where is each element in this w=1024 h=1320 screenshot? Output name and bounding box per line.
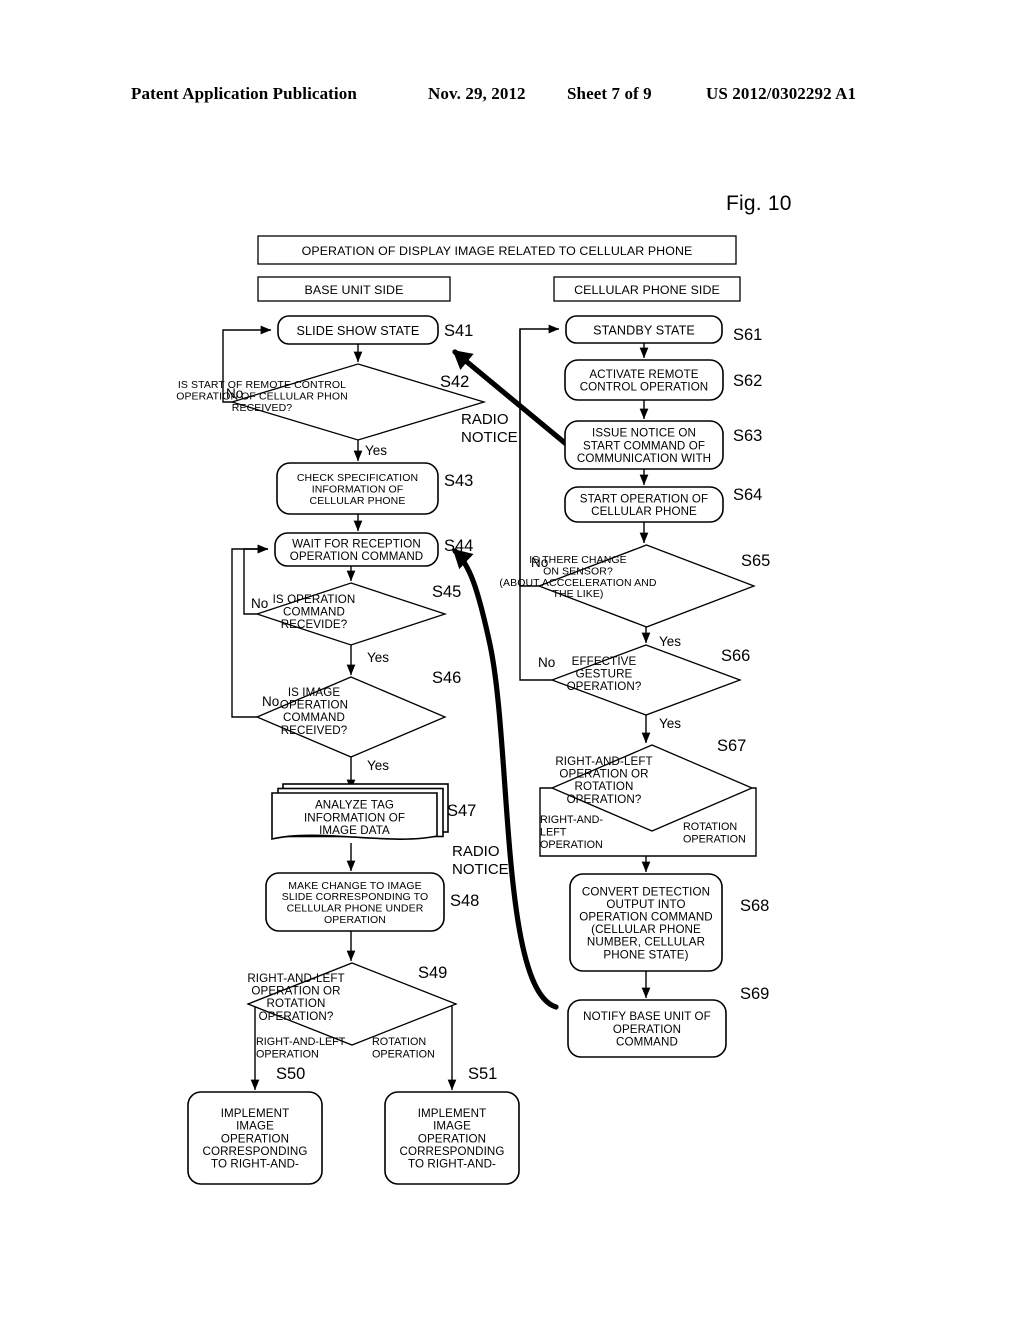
step-label-s51: S51 bbox=[468, 1065, 497, 1083]
flow-node-s68: CONVERT DETECTION OUTPUT INTO OPERATION CO… bbox=[569, 873, 723, 972]
edge-label-s45-no: No bbox=[251, 596, 268, 611]
edge-s65-no-loop bbox=[519, 324, 560, 587]
edge-s66-no-loop bbox=[519, 329, 552, 681]
flow-node-s66: EFFECTIVE GESTURE OPERATION? bbox=[550, 644, 742, 716]
flow-node-s48: MAKE CHANGE TO IMAGE SLIDE CORRESPONDING … bbox=[265, 872, 445, 932]
step-label-s62: S62 bbox=[733, 372, 762, 390]
step-label-s63: S63 bbox=[733, 427, 762, 445]
flow-node-s46: IS IMAGE OPERATION COMMAND RECEIVED? bbox=[255, 676, 447, 758]
flow-node-s43: CHECK SPECIFICATION INFORMATION OF CELLULA… bbox=[276, 462, 439, 515]
edge-s49-left-s50 bbox=[248, 1003, 260, 1091]
node-text-s43: CHECK SPECIFICATION INFORMATION OF CELLULA… bbox=[297, 472, 418, 507]
edge-label-s65-no: No bbox=[531, 555, 548, 570]
edge-label-s67-right: ROTATION OPERATION bbox=[683, 821, 746, 845]
node-text-s47: ANALYZE TAG INFORMATION OF IMAGE DATA bbox=[304, 799, 405, 837]
edge-label-s45-yes: Yes bbox=[367, 650, 389, 665]
flow-node-s44: WAIT FOR RECEPTION OPERATION COMMAND bbox=[274, 532, 439, 567]
flow-node-s61: STANDBY STATE bbox=[565, 315, 723, 344]
node-text-s62: ACTIVATE REMOTE CONTROL OPERATION bbox=[580, 368, 709, 394]
flow-node-s41: SLIDE SHOW STATE bbox=[277, 315, 439, 345]
node-text-s49: RIGHT-AND-LEFT OPERATION OR ROTATION OPERAT… bbox=[247, 972, 344, 1023]
step-label-s61: S61 bbox=[733, 326, 762, 344]
step-label-s66: S66 bbox=[721, 647, 750, 665]
figure-title-text: OPERATION OF DISPLAY IMAGE RELATED TO CE… bbox=[302, 244, 693, 258]
radio-arrow-phone-to-base-bottom bbox=[452, 548, 559, 1010]
edge-s49-right-s51 bbox=[447, 1003, 457, 1091]
flow-node-s63: ISSUE NOTICE ON START COMMAND OF COMMUNICA… bbox=[564, 420, 724, 470]
step-label-s67: S67 bbox=[717, 737, 746, 755]
step-label-s50: S50 bbox=[276, 1065, 305, 1083]
edge-label-s46-no: No bbox=[262, 694, 279, 709]
flow-node-s50: IMPLEMENT IMAGE OPERATION CORRESPONDING TO R… bbox=[187, 1091, 323, 1185]
figure-title-band: OPERATION OF DISPLAY IMAGE RELATED TO CE… bbox=[257, 235, 737, 265]
step-label-s46: S46 bbox=[432, 669, 461, 687]
edge-label-s49-left: RIGHT-AND-LEFT OPERATION bbox=[256, 1036, 346, 1060]
step-label-s49: S49 bbox=[418, 964, 447, 982]
flow-node-s51: IMPLEMENT IMAGE OPERATION CORRESPONDING TO R… bbox=[384, 1091, 520, 1185]
step-label-s48: S48 bbox=[450, 892, 479, 910]
edge-s46-no-loop bbox=[231, 544, 269, 718]
edge-label-s42-no: No bbox=[226, 386, 243, 401]
node-text-s44: WAIT FOR RECEPTION OPERATION COMMAND bbox=[290, 537, 424, 563]
flow-node-s45: IS OPERATION COMMAND RECEVIDE? bbox=[254, 582, 448, 646]
edge-label-s65-yes: Yes bbox=[659, 634, 681, 649]
node-text-s46: IS IMAGE OPERATION COMMAND RECEIVED? bbox=[280, 686, 348, 737]
step-label-s65: S65 bbox=[741, 552, 770, 570]
node-text-s66: EFFECTIVE GESTURE OPERATION? bbox=[567, 655, 642, 693]
node-text-s63: ISSUE NOTICE ON START COMMAND OF COMMUNICA… bbox=[577, 427, 711, 465]
node-text-s45: IS OPERATION COMMAND RECEVIDE? bbox=[273, 593, 356, 631]
edge-label-s49-right: ROTATION OPERATION bbox=[372, 1036, 435, 1060]
step-label-s64: S64 bbox=[733, 486, 762, 504]
flow-node-s62: ACTIVATE REMOTE CONTROL OPERATION bbox=[564, 359, 724, 401]
edge-label-s46-yes: Yes bbox=[367, 758, 389, 773]
step-label-s41: S41 bbox=[444, 322, 473, 340]
edge-label-s42-yes: Yes bbox=[365, 443, 387, 458]
flow-node-s69: NOTIFY BASE UNIT OF OPERATION COMMAND bbox=[567, 999, 727, 1058]
step-label-s69: S69 bbox=[740, 985, 769, 1003]
step-label-s68: S68 bbox=[740, 897, 769, 915]
edge-label-s66-yes: Yes bbox=[659, 716, 681, 731]
step-label-s42: S42 bbox=[440, 373, 469, 391]
step-label-s45: S45 bbox=[432, 583, 461, 601]
node-text-s67: RIGHT-AND-LEFT OPERATION OR ROTATION OPERAT… bbox=[555, 755, 652, 806]
node-text-s41: SLIDE SHOW STATE bbox=[297, 324, 420, 338]
column-header-base-unit-text: BASE UNIT SIDE bbox=[305, 283, 404, 297]
flow-node-s47: ANALYZE TAG INFORMATION OF IMAGE DATA bbox=[271, 783, 449, 841]
column-header-base-unit: BASE UNIT SIDE bbox=[257, 276, 451, 302]
node-text-s61: STANDBY STATE bbox=[593, 323, 695, 337]
step-label-s44: S44 bbox=[444, 537, 473, 555]
radio-notice-top: RADIO NOTICE bbox=[461, 411, 518, 446]
edge-label-s66-no: No bbox=[538, 655, 555, 670]
radio-notice-bottom: RADIO NOTICE bbox=[452, 843, 509, 878]
flowchart-figure: OPERATION OF DISPLAY IMAGE RELATED TO CE… bbox=[0, 0, 1024, 1320]
edge-label-s67-left: RIGHT-AND-LEFT OPERATION bbox=[540, 814, 603, 851]
node-text-s64: START OPERATION OF CELLULAR PHONE bbox=[580, 492, 709, 518]
column-header-cellular-phone: CELLULAR PHONE SIDE bbox=[553, 276, 741, 302]
column-header-cellular-phone-text: CELLULAR PHONE SIDE bbox=[574, 283, 720, 297]
step-label-s47: S47 bbox=[447, 802, 476, 820]
step-label-s43: S43 bbox=[444, 472, 473, 490]
flow-node-s64: START OPERATION OF CELLULAR PHONE bbox=[564, 486, 724, 523]
